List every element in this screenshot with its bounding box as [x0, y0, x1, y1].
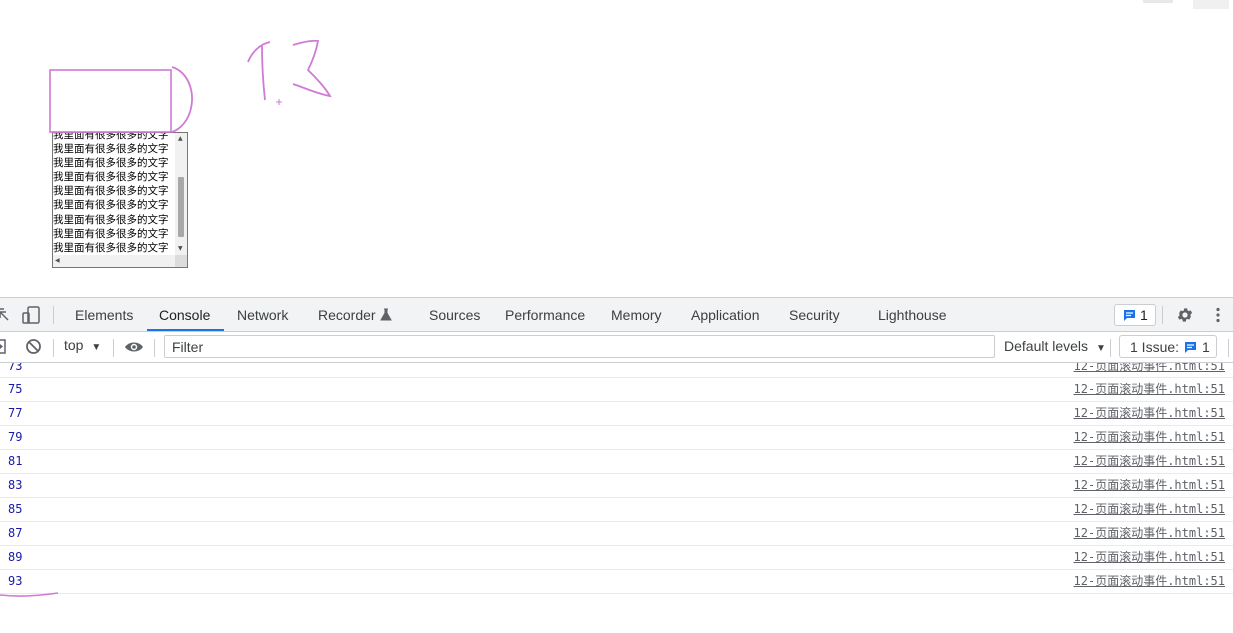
- watermark-logo: [1143, 0, 1229, 9]
- toolbar-divider: [1110, 339, 1111, 357]
- console-source-link[interactable]: 12-页面滚动事件.html:51: [1074, 546, 1225, 568]
- console-row: 89 12-页面滚动事件.html:51: [0, 546, 1233, 570]
- tab-memory[interactable]: Memory: [611, 298, 662, 331]
- console-row: 75 12-页面滚动事件.html:51: [0, 378, 1233, 402]
- tab-application[interactable]: Application: [691, 298, 760, 331]
- console-row: 93 12-页面滚动事件.html:51: [0, 570, 1233, 594]
- toolbar-divider: [113, 339, 114, 357]
- tab-performance[interactable]: Performance: [505, 298, 585, 331]
- console-row: 79 12-页面滚动事件.html:51: [0, 426, 1233, 450]
- toolbar-divider: [1228, 339, 1229, 357]
- device-toolbar-icon[interactable]: [22, 306, 42, 324]
- console-value: 81: [8, 454, 23, 468]
- scrollbar-thumb[interactable]: [178, 177, 184, 237]
- chevron-down-icon: ▼: [1095, 343, 1106, 354]
- annotation-bracket: [171, 66, 193, 133]
- console-source-link[interactable]: 12-页面滚动事件.html:51: [1074, 570, 1225, 592]
- console-value: 85: [8, 502, 23, 516]
- console-row: 73 12-页面滚动事件.html:51: [0, 363, 1233, 378]
- scroll-down-arrow-icon[interactable]: ▼: [178, 245, 183, 253]
- console-row: 85 12-页面滚动事件.html:51: [0, 498, 1233, 522]
- handwritten-underline: [0, 592, 59, 597]
- console-source-link[interactable]: 12-页面滚动事件.html:51: [1074, 363, 1225, 377]
- tab-security[interactable]: Security: [789, 298, 840, 331]
- tab-elements[interactable]: Elements: [75, 298, 133, 331]
- message-icon: [1185, 342, 1196, 353]
- issues-count: 1: [1140, 307, 1148, 323]
- issues-counter-button[interactable]: 1: [1114, 304, 1156, 326]
- console-source-link[interactable]: 12-页面滚动事件.html:51: [1074, 522, 1225, 544]
- horizontal-scrollbar[interactable]: ◀: [53, 255, 175, 267]
- console-row: 81 12-页面滚动事件.html:51: [0, 450, 1233, 474]
- scroll-text-line: 我里面有很多很多的文字: [53, 132, 169, 141]
- console-source-link[interactable]: 12-页面滚动事件.html:51: [1074, 426, 1225, 448]
- console-toolbar: top ▼ Default levels ▼ 1 Issue: 1: [0, 332, 1233, 363]
- scroll-up-arrow-icon[interactable]: ▲: [178, 135, 183, 143]
- annotation-stroke-three: [292, 39, 332, 98]
- toolbar-divider: [154, 339, 155, 357]
- console-value: 79: [8, 430, 23, 444]
- gear-icon[interactable]: [1176, 306, 1194, 324]
- console-row: 77 12-页面滚动事件.html:51: [0, 402, 1233, 426]
- filter-input[interactable]: [164, 335, 995, 358]
- console-row: 87 12-页面滚动事件.html:51: [0, 522, 1233, 546]
- console-value: 77: [8, 406, 23, 420]
- scroll-content: 我里面有很多很多的文字 我里面有很多很多的文字 我里面有很多很多的文字 我里面有很多很…: [53, 132, 175, 267]
- console-source-link[interactable]: 12-页面滚动事件.html:51: [1074, 498, 1225, 520]
- scrollable-text-box[interactable]: 我里面有很多很多的文字 我里面有很多很多的文字 我里面有很多很多的文字 我里面有很多很…: [52, 132, 188, 268]
- page-viewport: 我里面有很多很多的文字 我里面有很多很多的文字 我里面有很多很多的文字 我里面有很多很…: [0, 0, 1233, 297]
- console-row: 83 12-页面滚动事件.html:51: [0, 474, 1233, 498]
- console-value: 75: [8, 382, 23, 396]
- scroll-left-arrow-icon[interactable]: ◀: [55, 257, 60, 265]
- chevron-down-icon: ▼: [91, 342, 102, 353]
- console-value: 89: [8, 550, 23, 564]
- console-source-link[interactable]: 12-页面滚动事件.html:51: [1074, 474, 1225, 496]
- context-selector[interactable]: top ▼: [64, 337, 101, 353]
- toolbar-divider: [53, 339, 54, 357]
- console-value: 73: [8, 363, 23, 373]
- annotation-stroke-one: [247, 41, 271, 101]
- sidebar-toggle-icon[interactable]: [0, 339, 7, 355]
- annotation-rectangle: [49, 69, 172, 133]
- scroll-text-line: 我里面有很多很多的文字: [53, 227, 169, 240]
- message-icon: [1124, 310, 1135, 321]
- tab-recorder[interactable]: Recorder: [318, 298, 376, 331]
- scroll-text-line: 我里面有很多很多的文字: [53, 199, 169, 212]
- scroll-text-line: 我里面有很多很多的文字: [53, 157, 169, 170]
- scroll-text-line: 我里面有很多很多的文字: [53, 185, 169, 198]
- issues-pill-count: 1: [1202, 339, 1210, 355]
- log-levels-dropdown[interactable]: Default levels ▼: [1004, 338, 1106, 354]
- more-options-icon[interactable]: [1215, 307, 1221, 323]
- levels-label: Default levels: [1004, 338, 1089, 354]
- issues-button[interactable]: 1 Issue: 1: [1119, 335, 1217, 358]
- tab-console[interactable]: Console: [146, 298, 225, 331]
- scroll-text-line: 我里面有很多很多的文字: [53, 241, 169, 254]
- cursor-crosshair-icon: [276, 99, 282, 105]
- inspect-element-icon[interactable]: [0, 307, 10, 323]
- console-value: 87: [8, 526, 23, 540]
- tab-lighthouse[interactable]: Lighthouse: [878, 298, 947, 331]
- console-source-link[interactable]: 12-页面滚动事件.html:51: [1074, 402, 1225, 424]
- scroll-text-line: 我里面有很多很多的文字: [53, 213, 169, 226]
- console-source-link[interactable]: 12-页面滚动事件.html:51: [1074, 450, 1225, 472]
- devtools-tabbar: Elements Console Network Recorder Source…: [0, 298, 1233, 332]
- eye-icon[interactable]: [124, 340, 144, 354]
- flask-icon: [380, 308, 392, 321]
- context-label: top: [64, 337, 84, 353]
- toolbar-divider: [1162, 306, 1163, 324]
- scroll-text-line: 我里面有很多很多的文字: [53, 143, 169, 156]
- tab-sources[interactable]: Sources: [429, 298, 480, 331]
- tab-network[interactable]: Network: [237, 298, 288, 331]
- scroll-text-line: 我里面有很多很多的文字: [53, 171, 169, 184]
- devtools-panel: Elements Console Network Recorder Source…: [0, 297, 1233, 632]
- console-source-link[interactable]: 12-页面滚动事件.html:51: [1074, 378, 1225, 400]
- console-value: 83: [8, 478, 23, 492]
- scrollbar-corner: [175, 255, 187, 267]
- toolbar-divider: [53, 306, 54, 324]
- console-messages: 73 12-页面滚动事件.html:51 75 12-页面滚动事件.html:51 77…: [0, 363, 1233, 633]
- vertical-scrollbar[interactable]: ▲ ▼: [175, 133, 187, 255]
- clear-console-icon[interactable]: [25, 338, 42, 355]
- issues-label: 1 Issue:: [1130, 339, 1180, 355]
